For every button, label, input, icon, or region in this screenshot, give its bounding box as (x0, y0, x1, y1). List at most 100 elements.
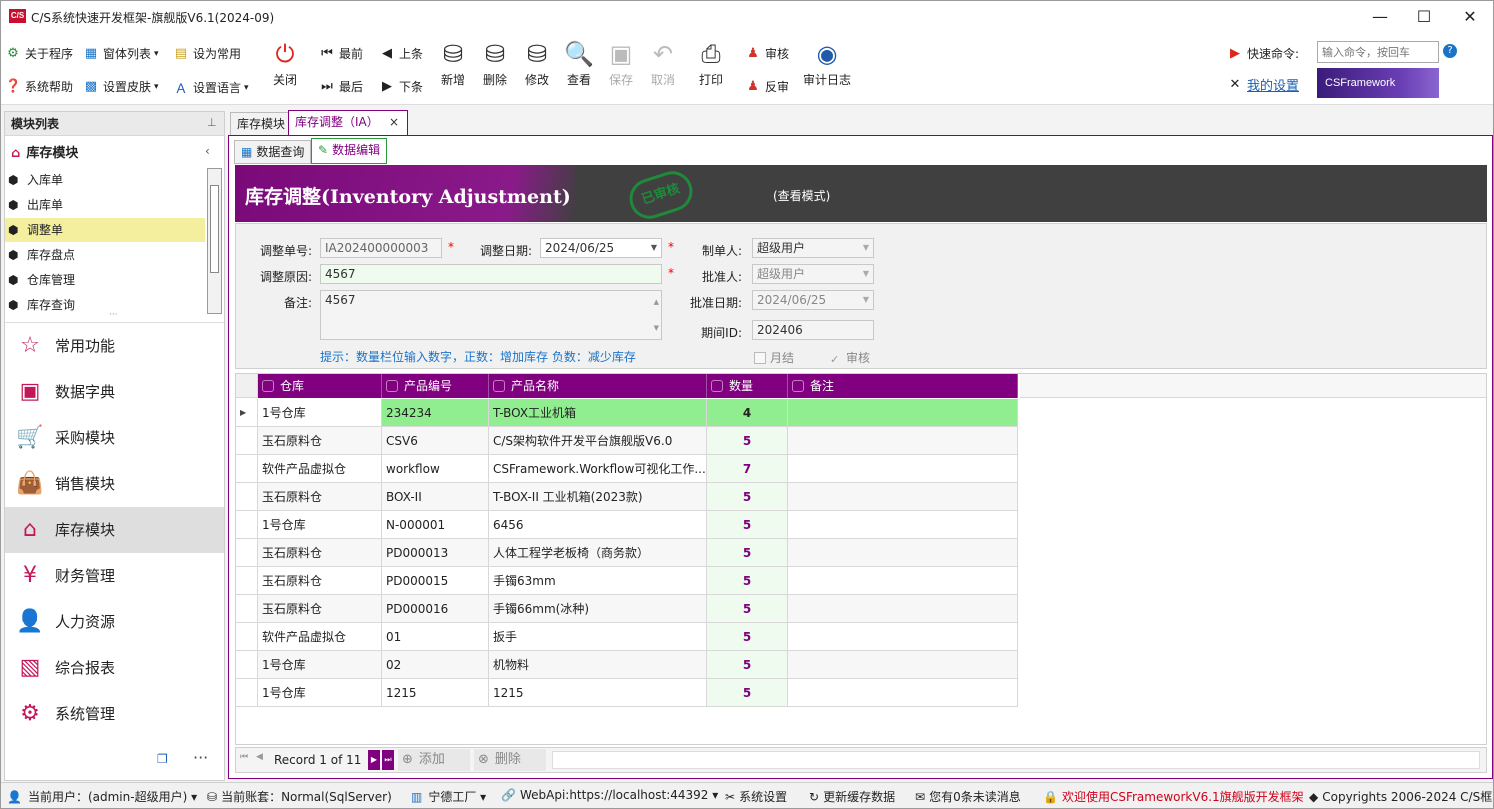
help-circle-icon[interactable]: ? (1443, 44, 1457, 58)
row-indicator[interactable] (236, 567, 258, 595)
tree-scrollbar[interactable] (207, 168, 222, 314)
table-cell[interactable]: 1号仓库 (258, 679, 382, 707)
table-cell[interactable]: 5 (707, 623, 788, 651)
add-button[interactable]: ⛁ 新增 (433, 37, 473, 88)
nav-item[interactable]: ¥ 财务管理 (5, 553, 224, 599)
tab-data-query[interactable]: ▦ 数据查询 (234, 140, 312, 164)
table-cell[interactable]: 7 (707, 455, 788, 483)
table-cell[interactable]: 1号仓库 (258, 399, 382, 427)
table-cell[interactable]: 人体工程学老板椅（商务款） (489, 539, 707, 567)
table-cell[interactable] (788, 455, 1018, 483)
row-indicator[interactable] (236, 483, 258, 511)
table-cell[interactable]: BOX-II (382, 483, 489, 511)
table-cell[interactable]: 5 (707, 427, 788, 455)
row-indicator[interactable] (236, 679, 258, 707)
tab-data-edit[interactable]: ✎ 数据编辑 (311, 138, 388, 164)
minimize-button[interactable]: — (1357, 1, 1403, 33)
table-cell[interactable]: 软件产品虚拟仓 (258, 623, 382, 651)
table-row[interactable]: 玉石原料仓 PD000015 手镯63mm 5 (236, 567, 1018, 595)
table-cell[interactable]: PD000015 (382, 567, 489, 595)
tab-inventory-module[interactable]: 库存模块 (230, 112, 293, 136)
reason-field[interactable]: 4567 (320, 264, 662, 284)
table-cell[interactable]: T-BOX工业机箱 (489, 399, 707, 427)
next-button[interactable]: ▶ 下条 (379, 78, 423, 95)
scroll-up-icon[interactable]: ▲ (654, 293, 659, 311)
table-row[interactable]: 玉石原料仓 BOX-II T-BOX-II 工业机箱(2023款) 5 (236, 483, 1018, 511)
table-cell[interactable]: 手镯63mm (489, 567, 707, 595)
skin-button[interactable]: ▩ 设置皮肤 ▾ (83, 78, 159, 95)
splitter-dots[interactable]: ··· (109, 310, 118, 320)
table-cell[interactable]: N-000001 (382, 511, 489, 539)
status-messages[interactable]: ✉ 您有0条未读消息 (915, 788, 1021, 805)
table-cell[interactable] (788, 539, 1018, 567)
next-page-icon[interactable]: ▶ (368, 750, 380, 770)
unaudit-button[interactable]: ♟ 反审 (745, 78, 789, 95)
table-cell[interactable] (788, 483, 1018, 511)
table-cell[interactable]: 5 (707, 679, 788, 707)
table-cell[interactable] (788, 511, 1018, 539)
table-cell[interactable]: 5 (707, 483, 788, 511)
column-header[interactable]: 产品编号 (382, 374, 489, 398)
table-row[interactable]: 玉石原料仓 PD000013 人体工程学老板椅（商务款） 5 (236, 539, 1018, 567)
edit-button[interactable]: ⛁ 修改 (517, 37, 557, 88)
tab-inventory-adjustment[interactable]: 库存调整（IA） × (288, 110, 408, 136)
prev-page-icon[interactable]: ◀ (256, 752, 263, 762)
table-cell[interactable]: 玉石原料仓 (258, 595, 382, 623)
cancel-button[interactable]: ↶ 取消 (643, 37, 683, 88)
table-row[interactable]: 玉石原料仓 CSV6 C/S架构软件开发平台旗舰版V6.0 5 (236, 427, 1018, 455)
table-cell[interactable]: 5 (707, 567, 788, 595)
quick-command-input[interactable] (1317, 41, 1439, 63)
maximize-button[interactable]: ☐ (1401, 1, 1447, 33)
close-tab-icon[interactable]: × (389, 111, 399, 133)
tree-item[interactable]: ⬢ 库存查询 (5, 293, 205, 317)
view-button[interactable]: 🔍 查看 (559, 37, 599, 88)
status-account[interactable]: ⛁ 当前账套：Normal(SqlServer) (207, 788, 392, 805)
tree-item[interactable]: ⬢ 出库单 (5, 193, 205, 217)
tree-item[interactable]: ⬢ 调整单 (5, 218, 205, 242)
table-cell[interactable]: 扳手 (489, 623, 707, 651)
status-user[interactable]: 👤 当前用户：(admin-超级用户) ▾ (7, 788, 197, 805)
nav-item[interactable]: 🛒 采购模块 (5, 415, 224, 461)
table-cell[interactable]: 4 (707, 399, 788, 427)
table-row[interactable]: 1号仓库 02 机物料 5 (236, 651, 1018, 679)
table-cell[interactable]: 玉石原料仓 (258, 427, 382, 455)
table-cell[interactable]: 6456 (489, 511, 707, 539)
table-cell[interactable]: 5 (707, 511, 788, 539)
table-cell[interactable]: C/S架构软件开发平台旗舰版V6.0 (489, 427, 707, 455)
tree-item[interactable]: ⬢ 入库单 (5, 168, 205, 192)
tree-item[interactable]: ⬢ 仓库管理 (5, 268, 205, 292)
column-header[interactable]: 数量 (707, 374, 788, 398)
remark-field[interactable]: 4567 ▲ ▼ (320, 290, 662, 340)
doc-no-field[interactable]: IA202400000003 (320, 238, 442, 258)
table-cell[interactable]: 软件产品虚拟仓 (258, 455, 382, 483)
table-row[interactable]: 1号仓库 1215 1215 5 (236, 679, 1018, 707)
table-cell[interactable]: 玉石原料仓 (258, 539, 382, 567)
nav-item[interactable]: 👤 人力资源 (5, 599, 224, 645)
last-page-icon[interactable]: ⏭ (382, 750, 394, 770)
more-icon[interactable]: ··· (193, 748, 208, 767)
status-factory[interactable]: ▥ 宁德工厂 ▾ (411, 788, 486, 805)
status-webapi[interactable]: 🔗 WebApi:https://localhost:44392 ▾ (501, 788, 718, 802)
current-row-indicator-icon[interactable]: ▶ (236, 399, 258, 427)
row-indicator[interactable] (236, 623, 258, 651)
close-window-button[interactable]: ✕ (1447, 1, 1493, 33)
group-header[interactable]: ⌂ 库存模块 (11, 142, 78, 161)
set-common-button[interactable]: ▤ 设为常用 (173, 45, 241, 62)
nav-item[interactable]: ▧ 综合报表 (5, 645, 224, 691)
row-indicator[interactable] (236, 651, 258, 679)
table-cell[interactable]: PD000013 (382, 539, 489, 567)
approver-field[interactable]: 超级用户 ▼ (752, 264, 874, 284)
nav-item[interactable]: ▣ 数据字典 (5, 369, 224, 415)
table-cell[interactable]: 5 (707, 595, 788, 623)
table-cell[interactable]: 5 (707, 539, 788, 567)
scroll-thumb[interactable] (210, 185, 219, 273)
audit-log-button[interactable]: ◉ 审计日志 (801, 37, 853, 88)
tree-item[interactable]: ⬢ 库存盘点 (5, 243, 205, 267)
help-button[interactable]: ❓ 系统帮助 (5, 78, 73, 95)
window-list-button[interactable]: ▦ 窗体列表 ▾ (83, 45, 159, 62)
nav-item[interactable]: ⚙ 系统管理 (5, 691, 224, 737)
collapse-icon[interactable]: ‹ (205, 144, 210, 158)
period-field[interactable]: 202406 (752, 320, 874, 340)
table-cell[interactable] (788, 399, 1018, 427)
date-field[interactable]: 2024/06/25 ▼ (540, 238, 662, 258)
